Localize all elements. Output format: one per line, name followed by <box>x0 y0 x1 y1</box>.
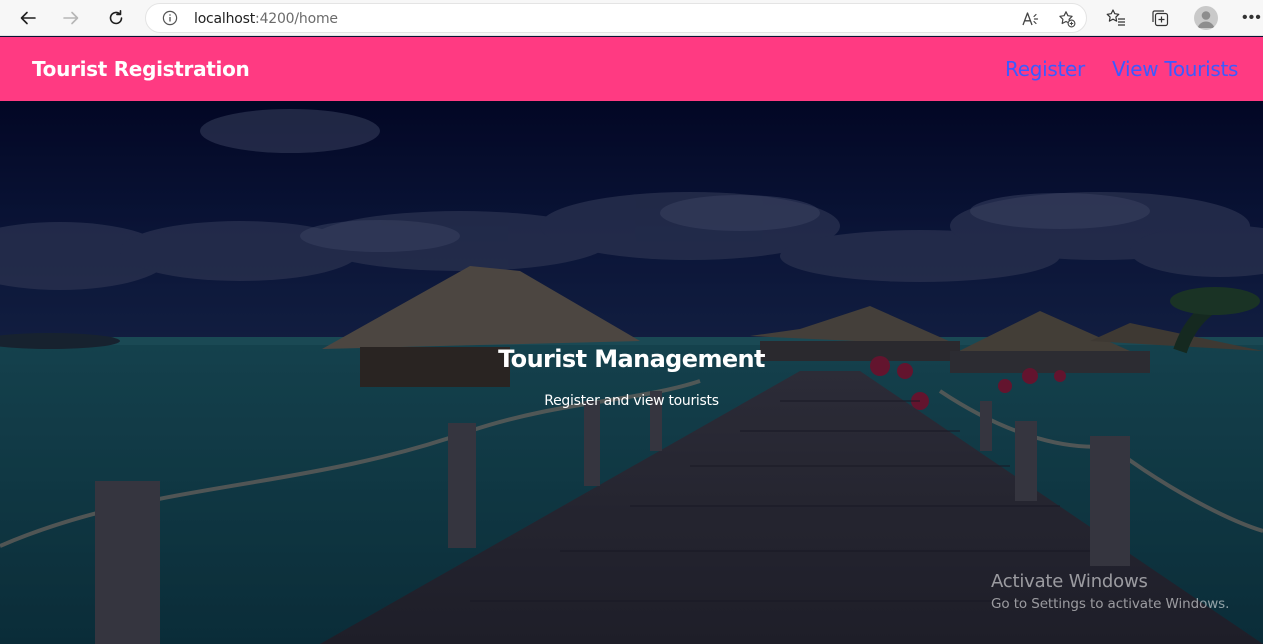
info-icon[interactable] <box>162 10 178 26</box>
watermark-subtitle: Go to Settings to activate Windows. <box>991 596 1230 612</box>
hero-subtitle: Register and view tourists <box>544 393 719 409</box>
watermark-title: Activate Windows <box>991 571 1148 592</box>
back-arrow-icon[interactable] <box>15 5 41 31</box>
favorites-icon[interactable] <box>1105 7 1127 29</box>
url-text[interactable]: localhost:4200/home <box>194 11 338 27</box>
url-path: :4200/home <box>255 11 338 27</box>
refresh-icon[interactable] <box>103 5 129 31</box>
nav-link-view-tourists[interactable]: View Tourists <box>1112 57 1238 81</box>
nav-link-register[interactable]: Register <box>1005 57 1085 81</box>
collections-icon[interactable] <box>1149 7 1171 29</box>
add-favorite-icon[interactable] <box>1058 10 1076 28</box>
browser-toolbar: localhost:4200/home ••• <box>0 0 1263 36</box>
app-header: Tourist Registration Register View Touri… <box>0 37 1263 101</box>
hero-banner: Tourist Management Register and view tou… <box>0 101 1263 644</box>
forward-arrow-icon[interactable] <box>58 5 84 31</box>
address-bar[interactable]: localhost:4200/home <box>145 3 1087 33</box>
profile-avatar-icon[interactable] <box>1194 6 1218 30</box>
brand-title[interactable]: Tourist Registration <box>32 57 250 81</box>
windows-activation-watermark: Activate Windows Go to Settings to activ… <box>991 571 1229 612</box>
url-host: localhost <box>194 11 256 27</box>
read-aloud-icon[interactable] <box>1021 10 1039 28</box>
more-options-icon[interactable]: ••• <box>1242 9 1262 27</box>
hero-title: Tourist Management <box>498 345 765 373</box>
